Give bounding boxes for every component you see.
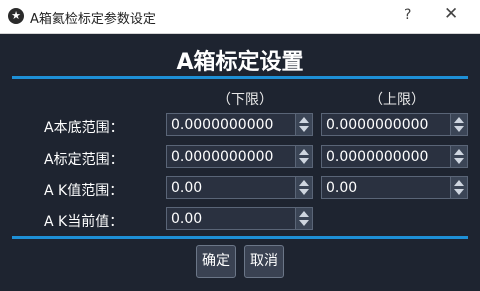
ok-button[interactable]: 确定 [196, 245, 236, 278]
cancel-button[interactable]: 取消 [244, 245, 284, 278]
spin-buttons[interactable] [295, 146, 312, 167]
k-current-value-label: A K当前值： [44, 214, 124, 230]
spin-up-arrow-icon[interactable] [299, 180, 309, 186]
k-value-range-label: A K值范围： [44, 183, 124, 199]
background-range-upper-input[interactable] [322, 114, 450, 135]
spin-up-arrow-icon[interactable] [299, 149, 309, 155]
background-range-lower-spinbox[interactable] [166, 113, 313, 136]
k-value-range-upper-input[interactable] [322, 177, 450, 198]
spin-buttons[interactable] [295, 114, 312, 135]
k-value-range-lower-input[interactable] [167, 177, 295, 198]
app-emblem-icon: ★ [8, 8, 24, 24]
window-titlebar: ★ A箱氦检标定参数设定 ? ✕ [0, 0, 480, 34]
k-value-range-lower-spinbox[interactable] [166, 176, 313, 199]
background-range-label: A本底范围： [44, 120, 124, 136]
lower-limit-header: （下限） [217, 92, 273, 108]
k-current-value-spinbox[interactable] [166, 207, 313, 230]
spin-up-arrow-icon[interactable] [299, 211, 309, 217]
window-title: A箱氦检标定参数设定 [30, 12, 156, 27]
upper-limit-header: （上限） [369, 92, 425, 108]
spin-down-arrow-icon[interactable] [454, 158, 464, 164]
spin-up-arrow-icon[interactable] [299, 117, 309, 123]
spin-up-arrow-icon[interactable] [454, 117, 464, 123]
spin-down-arrow-icon[interactable] [299, 158, 309, 164]
calibration-range-label: A标定范围： [44, 152, 124, 168]
background-range-lower-input[interactable] [167, 114, 295, 135]
spin-down-arrow-icon[interactable] [454, 189, 464, 195]
calibration-range-lower-spinbox[interactable] [166, 145, 313, 168]
k-current-value-input[interactable] [167, 208, 295, 229]
spin-buttons[interactable] [450, 114, 467, 135]
spin-up-arrow-icon[interactable] [454, 180, 464, 186]
calibration-range-lower-input[interactable] [167, 146, 295, 167]
help-button[interactable]: ? [404, 7, 411, 23]
spin-buttons[interactable] [295, 177, 312, 198]
top-divider [12, 76, 468, 79]
spin-up-arrow-icon[interactable] [454, 149, 464, 155]
calibration-range-upper-spinbox[interactable] [321, 145, 468, 168]
k-value-range-upper-spinbox[interactable] [321, 176, 468, 199]
spin-down-arrow-icon[interactable] [454, 126, 464, 132]
spin-down-arrow-icon[interactable] [299, 189, 309, 195]
dialog-title: A箱标定设置 [176, 50, 304, 75]
close-button[interactable]: ✕ [444, 4, 458, 24]
bottom-divider [12, 236, 468, 239]
spin-buttons[interactable] [450, 177, 467, 198]
calibration-range-upper-input[interactable] [322, 146, 450, 167]
spin-buttons[interactable] [450, 146, 467, 167]
spin-down-arrow-icon[interactable] [299, 126, 309, 132]
spin-down-arrow-icon[interactable] [299, 220, 309, 226]
spin-buttons[interactable] [295, 208, 312, 229]
background-range-upper-spinbox[interactable] [321, 113, 468, 136]
